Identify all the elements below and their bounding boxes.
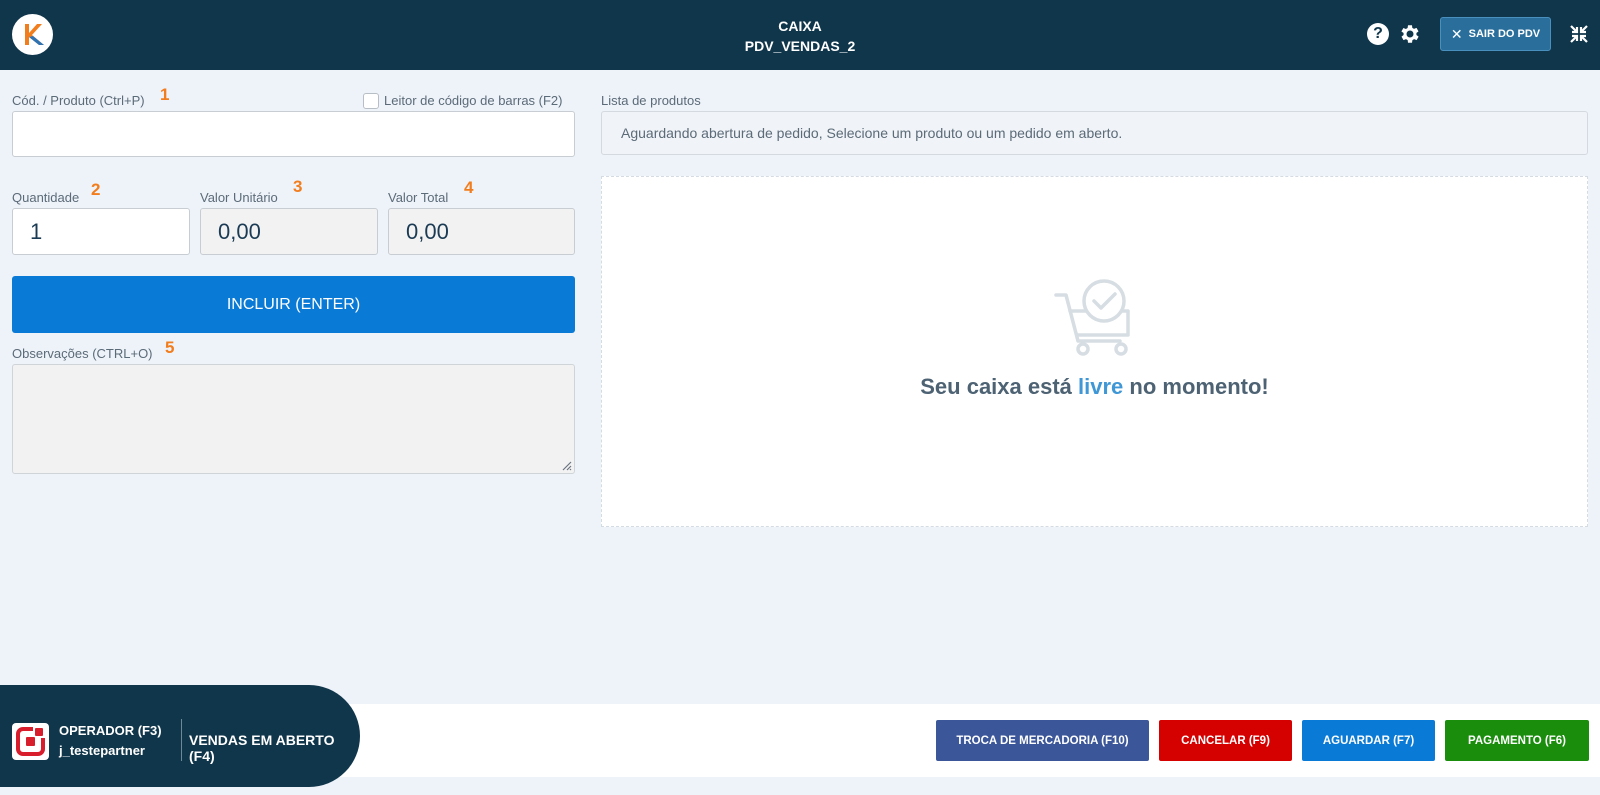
quantity-input[interactable]: 1 bbox=[12, 208, 190, 255]
include-button[interactable]: INCLUIR (ENTER) bbox=[12, 276, 575, 333]
exit-pdv-button[interactable]: ✕ SAIR DO PDV bbox=[1440, 17, 1551, 51]
page-title: CAIXA PDV_VENDAS_2 bbox=[0, 16, 1600, 56]
total-price-value: 0,00 bbox=[406, 219, 449, 244]
open-sales-button[interactable]: VENDAS EM ABERTO (F4) bbox=[189, 732, 360, 764]
operator-logo-icon bbox=[12, 723, 49, 760]
hint-badge-3: 3 bbox=[293, 177, 303, 196]
operator-button[interactable]: OPERADOR (F3) bbox=[59, 723, 162, 738]
empty-msg-prefix: Seu caixa está bbox=[920, 374, 1079, 399]
hint-badge-1: 1 bbox=[160, 85, 170, 104]
close-icon: ✕ bbox=[1450, 25, 1463, 42]
gear-icon[interactable] bbox=[1398, 22, 1422, 46]
help-icon[interactable]: ? bbox=[1367, 23, 1389, 45]
notes-textarea[interactable] bbox=[12, 364, 575, 474]
notes-label: Observações (CTRL+O) bbox=[12, 346, 153, 361]
unit-price-value: 0,00 bbox=[218, 219, 261, 244]
barcode-label: Leitor de código de barras (F2) bbox=[384, 93, 563, 108]
total-price-label: Valor Total bbox=[388, 190, 449, 205]
unit-price-label: Valor Unitário bbox=[200, 190, 278, 205]
empty-msg-suffix: no momento! bbox=[1123, 374, 1269, 399]
cancel-button[interactable]: CANCELAR (F9) bbox=[1159, 720, 1292, 761]
product-input[interactable] bbox=[12, 111, 575, 157]
hint-badge-4: 4 bbox=[464, 178, 474, 197]
hint-badge-5: 5 bbox=[165, 338, 175, 357]
operator-panel: OPERADOR (F3) j_testepartner VENDAS EM A… bbox=[0, 685, 360, 787]
wait-button[interactable]: AGUARDAR (F7) bbox=[1302, 720, 1435, 761]
barcode-checkbox[interactable] bbox=[363, 93, 379, 109]
empty-state-message: Seu caixa está livre no momento! bbox=[602, 374, 1587, 400]
cart-check-icon bbox=[1054, 279, 1130, 356]
hint-badge-2: 2 bbox=[91, 180, 101, 199]
payment-button[interactable]: PAGAMENTO (F6) bbox=[1445, 720, 1589, 761]
register-label: CAIXA bbox=[778, 18, 822, 34]
top-bar: CAIXA PDV_VENDAS_2 ? ✕ SAIR DO PDV bbox=[0, 0, 1600, 70]
unit-price-field: 0,00 bbox=[200, 208, 378, 255]
exchange-merchandise-button[interactable]: TROCA DE MERCADORIA (F10) bbox=[936, 720, 1149, 761]
order-status-box: Aguardando abertura de pedido, Selecione… bbox=[601, 111, 1588, 155]
shrink-icon[interactable] bbox=[1569, 24, 1589, 44]
operator-username: j_testepartner bbox=[59, 743, 145, 758]
products-list-label: Lista de produtos bbox=[601, 93, 701, 108]
total-price-field: 0,00 bbox=[388, 208, 575, 255]
empty-msg-highlight: livre bbox=[1078, 374, 1124, 399]
register-name: PDV_VENDAS_2 bbox=[744, 38, 856, 54]
products-empty-state: Seu caixa está livre no momento! bbox=[601, 176, 1588, 527]
product-label: Cód. / Produto (Ctrl+P) bbox=[12, 93, 145, 108]
exit-pdv-label: SAIR DO PDV bbox=[1468, 28, 1541, 40]
resize-handle-icon[interactable] bbox=[560, 459, 572, 471]
quantity-label: Quantidade bbox=[12, 190, 80, 205]
quantity-value: 1 bbox=[30, 219, 43, 244]
divider bbox=[181, 719, 182, 761]
